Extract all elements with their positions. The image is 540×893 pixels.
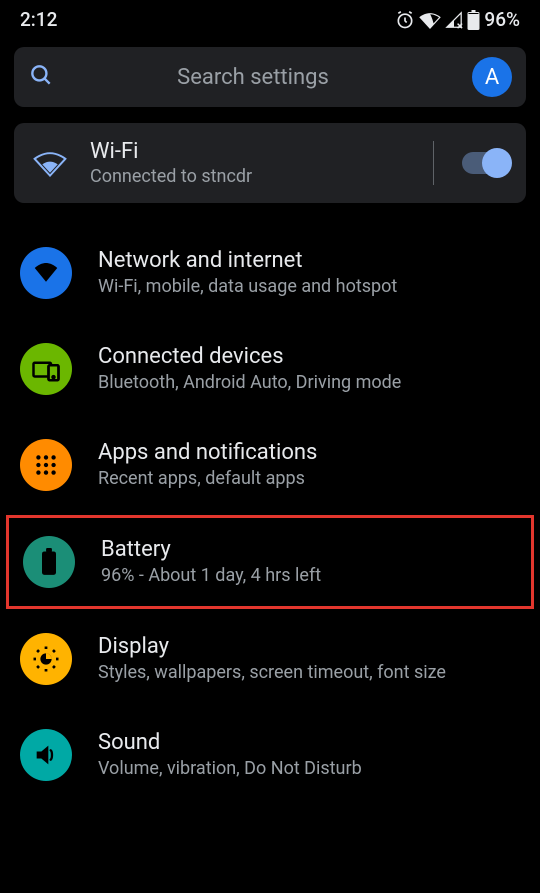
- settings-item-sound[interactable]: Sound Volume, vibration, Do Not Disturb: [0, 707, 540, 803]
- battery-status-icon: [467, 10, 480, 30]
- settings-item-display[interactable]: Display Styles, wallpapers, screen timeo…: [0, 611, 540, 707]
- profile-avatar[interactable]: A: [472, 57, 512, 97]
- devices-icon: [20, 343, 72, 395]
- sound-icon: [20, 729, 72, 781]
- settings-item-connected-devices[interactable]: Connected devices Bluetooth, Android Aut…: [0, 321, 540, 417]
- settings-item-title: Connected devices: [98, 344, 516, 369]
- search-icon: [28, 62, 54, 92]
- settings-item-subtitle: Volume, vibration, Do Not Disturb: [98, 757, 516, 780]
- settings-item-subtitle: Wi-Fi, mobile, data usage and hotspot: [98, 275, 516, 298]
- battery-icon: [23, 536, 75, 588]
- settings-item-title: Network and internet: [98, 248, 516, 273]
- status-bar: 2:12: [0, 0, 540, 37]
- avatar-letter: A: [485, 65, 499, 90]
- settings-item-subtitle: Styles, wallpapers, screen timeout, font…: [98, 661, 516, 684]
- search-settings-bar[interactable]: Search settings A: [14, 47, 526, 107]
- settings-item-subtitle: Recent apps, default apps: [98, 467, 516, 490]
- settings-item-subtitle: Bluetooth, Android Auto, Driving mode: [98, 371, 516, 394]
- wifi-status-icon: [419, 11, 441, 29]
- settings-item-title: Battery: [101, 537, 513, 562]
- search-placeholder: Search settings: [72, 65, 454, 90]
- wifi-title: Wi-Fi: [90, 139, 401, 164]
- toggle-knob: [482, 148, 512, 178]
- settings-item-subtitle: 96% - About 1 day, 4 hrs left: [101, 564, 513, 587]
- cell-signal-icon: [445, 11, 463, 29]
- divider: [433, 141, 434, 185]
- settings-item-apps[interactable]: Apps and notifications Recent apps, defa…: [0, 417, 540, 513]
- settings-item-network[interactable]: Network and internet Wi-Fi, mobile, data…: [0, 225, 540, 321]
- wifi-toggle[interactable]: [462, 152, 508, 174]
- alarm-icon: [395, 10, 415, 30]
- apps-icon: [20, 439, 72, 491]
- wifi-icon: [32, 149, 68, 177]
- wifi-quick-card[interactable]: Wi-Fi Connected to stncdr: [14, 123, 526, 203]
- settings-item-title: Sound: [98, 730, 516, 755]
- settings-item-title: Apps and notifications: [98, 440, 516, 465]
- settings-list: Network and internet Wi-Fi, mobile, data…: [0, 211, 540, 803]
- wifi-subtitle: Connected to stncdr: [90, 166, 401, 187]
- settings-item-battery[interactable]: Battery 96% - About 1 day, 4 hrs left: [6, 515, 534, 609]
- status-time: 2:12: [20, 8, 57, 31]
- wifi-text: Wi-Fi Connected to stncdr: [90, 139, 401, 187]
- settings-item-title: Display: [98, 634, 516, 659]
- display-icon: [20, 633, 72, 685]
- status-right: 96%: [395, 8, 520, 31]
- battery-percent: 96%: [484, 8, 520, 31]
- network-icon: [20, 247, 72, 299]
